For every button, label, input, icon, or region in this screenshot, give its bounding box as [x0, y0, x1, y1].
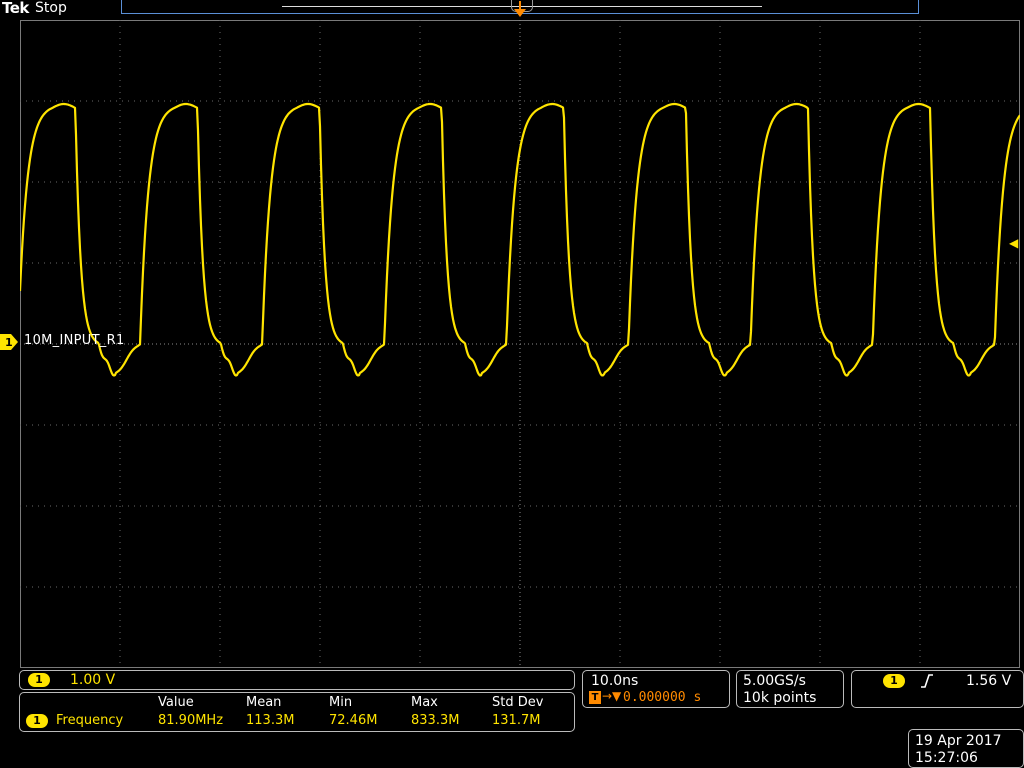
measurement-value: 81.90MHz — [158, 713, 224, 728]
measurement-panel[interactable]: Value Mean Min Max Std Dev 1 Frequency 8… — [19, 692, 575, 732]
trigger-source-badge: 1 — [883, 674, 905, 688]
channel-1-scale: 1.00 V — [70, 672, 116, 688]
measurement-mean: 113.3M — [246, 713, 295, 728]
trigger-position-icon: T — [589, 691, 601, 704]
trigger-level: 1.56 V — [966, 673, 1012, 689]
datetime-panel: 19 Apr 2017 15:27:06 — [908, 729, 1024, 768]
time: 15:27:06 — [915, 750, 978, 766]
sample-rate: 5.00GS/s — [743, 673, 806, 689]
top-bar: Tek Stop — [0, 0, 1024, 17]
run-state-status[interactable]: Stop — [35, 0, 67, 16]
rising-edge-icon — [921, 674, 933, 688]
measurement-min: 72.46M — [329, 713, 378, 728]
horizontal-scale: 10.0ns — [591, 673, 639, 689]
date: 19 Apr 2017 — [915, 733, 1002, 749]
measurement-header-value: Value — [158, 695, 194, 710]
delay-arrow-icon: →▼ — [602, 689, 622, 703]
channel-1-reference-marker[interactable]: 1 — [0, 334, 18, 350]
measurement-header-mean: Mean — [246, 695, 282, 710]
horizontal-position: 0.000000 s — [623, 690, 702, 705]
horizontal-panel[interactable]: 10.0ns T →▼ 0.000000 s — [582, 670, 730, 708]
measurement-std-dev: 131.7M — [492, 713, 541, 728]
measurement-name: Frequency — [56, 713, 124, 728]
measurement-header-std-dev: Std Dev — [492, 695, 544, 710]
svg-text:1: 1 — [5, 336, 13, 349]
brand-logo: Tek — [2, 0, 29, 17]
measurement-header-max: Max — [411, 695, 438, 710]
trigger-position-arrow-icon[interactable] — [514, 9, 526, 17]
channel-1-badge: 1 — [28, 673, 50, 687]
channel-1-label: 10M_INPUT_R1 — [24, 333, 125, 348]
channel-1-scale-panel[interactable]: 1 1.00 V — [19, 670, 575, 690]
measurement-header-min: Min — [329, 695, 353, 710]
trigger-panel[interactable]: 1 1.56 V — [851, 670, 1024, 708]
record-length: 10k points — [743, 690, 817, 706]
trigger-level-arrow-icon[interactable]: ◀ — [1009, 236, 1018, 250]
measurement-max: 833.3M — [411, 713, 460, 728]
waveform-graticule[interactable] — [20, 20, 1020, 668]
measurement-channel-badge: 1 — [26, 714, 48, 728]
acquisition-panel[interactable]: 5.00GS/s 10k points — [736, 670, 844, 708]
